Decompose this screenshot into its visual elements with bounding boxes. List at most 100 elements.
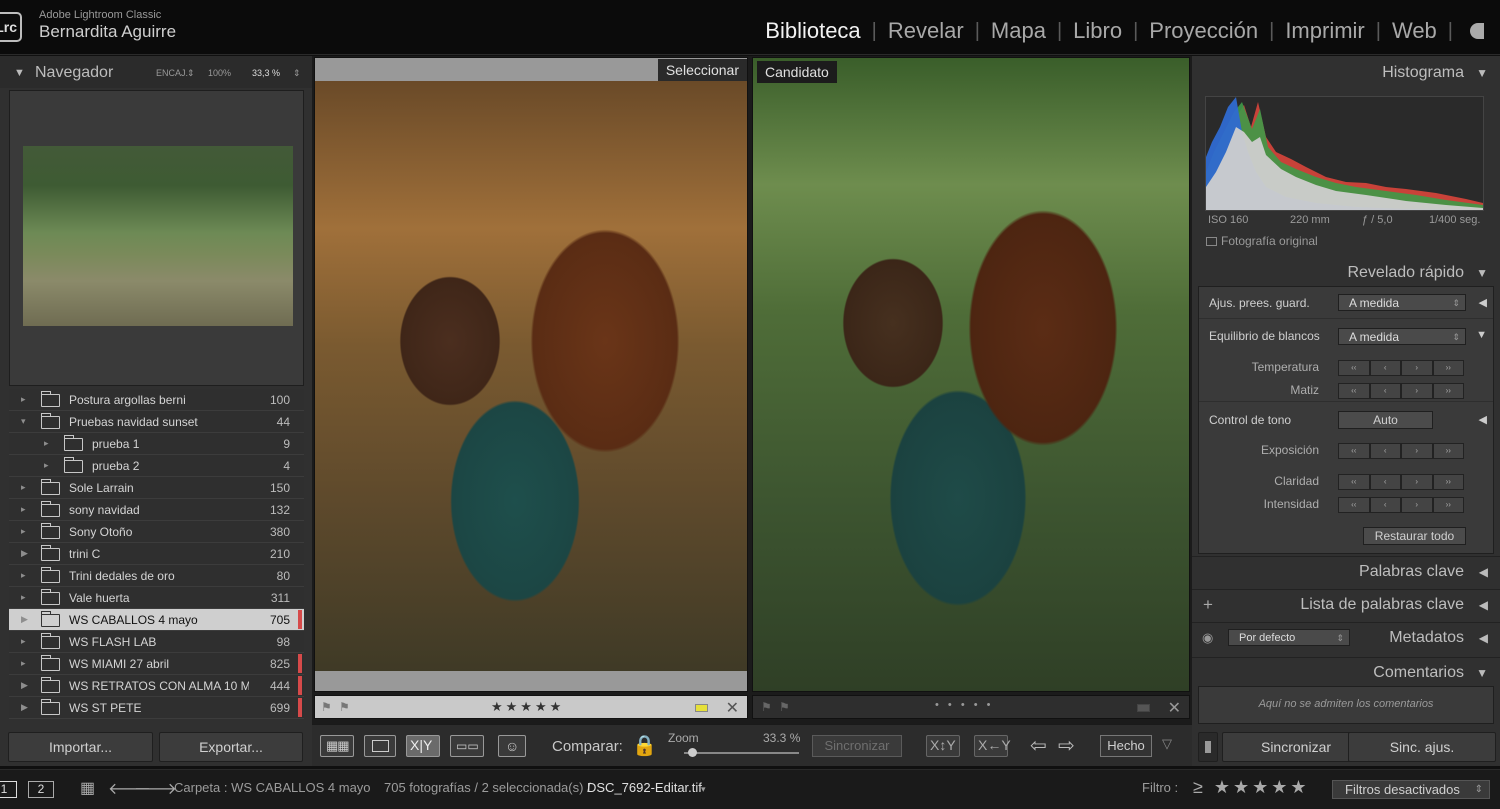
grid-view-button[interactable]: ▦▦: [320, 735, 354, 757]
collapse-triangle-icon[interactable]: ▼: [14, 67, 25, 79]
expand-triangle-icon[interactable]: ◀: [1479, 557, 1488, 587]
tint-stepper[interactable]: ‹‹ ‹ › ››: [1338, 383, 1464, 399]
comments-header[interactable]: Comentarios ▼: [1192, 657, 1500, 687]
zoom-slider-handle[interactable]: [687, 748, 697, 757]
filename[interactable]: DSC_7692-Editar.tif: [587, 780, 702, 795]
close-icon[interactable]: ✕: [726, 698, 739, 718]
folder-row[interactable]: ▾ Pruebas navidad sunset 44: [9, 411, 304, 433]
sync-settings-button[interactable]: Sinc. ajus.: [1348, 732, 1496, 762]
folder-row[interactable]: ▸ prueba 2 4: [9, 455, 304, 477]
user-name[interactable]: Bernardita Aguirre: [39, 22, 176, 42]
zoom-fit-option[interactable]: ENCAJ.: [156, 68, 188, 78]
reject-flag-icon[interactable]: ⚑: [779, 700, 790, 714]
quick-develop-header[interactable]: Revelado rápido ▼: [1192, 258, 1500, 288]
filter-select[interactable]: Filtros desactivados ⇕: [1332, 780, 1490, 799]
checkbox-icon[interactable]: [1206, 237, 1217, 246]
flag-icon[interactable]: ⚑: [321, 700, 332, 714]
module-4[interactable]: Proyección: [1149, 18, 1258, 44]
folder-row[interactable]: ▸ prueba 1 9: [9, 433, 304, 455]
compare-view-button[interactable]: X|Y: [406, 735, 440, 757]
zoom-arrows-icon[interactable]: ⇕: [293, 68, 301, 79]
disclosure-triangle-icon[interactable]: ▶: [21, 702, 28, 713]
module-5[interactable]: Imprimir: [1285, 18, 1364, 44]
loupe-view-button[interactable]: [364, 735, 396, 757]
histogram[interactable]: [1205, 96, 1484, 211]
make-select-button[interactable]: X←Y: [974, 735, 1011, 757]
keywording-header[interactable]: Palabras clave ◀: [1192, 556, 1500, 586]
forward-arrow-icon[interactable]: 🡒: [134, 778, 177, 799]
disclosure-triangle-icon[interactable]: ▾: [21, 416, 26, 427]
collapse-triangle-icon[interactable]: ▼: [1476, 329, 1487, 341]
preset-select[interactable]: A medida ⇕: [1338, 294, 1466, 311]
select-star-rating[interactable]: ★★★★★: [491, 699, 564, 715]
toolbar-options-chevron-icon[interactable]: ▽: [1162, 736, 1172, 752]
expand-triangle-icon[interactable]: ◀: [1479, 623, 1488, 653]
zoom-slider[interactable]: [684, 752, 799, 754]
disclosure-triangle-icon[interactable]: ▸: [21, 482, 26, 493]
select-photo[interactable]: Seleccionar: [314, 57, 748, 692]
folder-row[interactable]: ▸ WS MIAMI 27 abril 825: [9, 653, 304, 675]
disclosure-triangle-icon[interactable]: ▶: [21, 680, 28, 691]
collapse-triangle-icon[interactable]: ▼: [1476, 258, 1488, 288]
export-button[interactable]: Exportar...: [159, 732, 303, 762]
folder-row[interactable]: ▶ WS ST PETE 699: [9, 697, 304, 719]
disclosure-triangle-icon[interactable]: ▸: [21, 592, 26, 603]
folder-row[interactable]: ▸ Postura argollas berni 100: [9, 389, 304, 411]
vibrance-stepper[interactable]: ‹‹ ‹ › ››: [1338, 497, 1464, 513]
color-label-empty[interactable]: [1137, 704, 1150, 712]
disclosure-triangle-icon[interactable]: ▶: [21, 548, 28, 559]
disclosure-triangle-icon[interactable]: ▸: [21, 636, 26, 647]
filename-dropdown-icon[interactable]: ▾: [701, 784, 706, 795]
add-keyword-icon[interactable]: +: [1203, 590, 1213, 620]
module-6[interactable]: Web: [1392, 18, 1437, 44]
cloud-icon[interactable]: [1470, 23, 1484, 39]
histogram-header[interactable]: Histograma ▼: [1192, 58, 1500, 88]
metadata-preset-select[interactable]: Por defecto ⇕: [1228, 629, 1350, 646]
sync-button-disabled[interactable]: Sincronizar: [812, 735, 902, 757]
survey-view-button[interactable]: ▭▭: [450, 735, 484, 757]
reject-flag-icon[interactable]: ⚑: [339, 700, 350, 714]
module-3[interactable]: Libro: [1073, 18, 1122, 44]
secondary-window-button[interactable]: 2: [28, 781, 54, 798]
disclosure-triangle-icon[interactable]: ▸: [21, 394, 26, 405]
zoom-fit-arrows-icon[interactable]: ⇕: [187, 68, 195, 79]
disclosure-triangle-icon[interactable]: ▸: [21, 526, 26, 537]
candidate-star-rating[interactable]: • • • • •: [935, 699, 993, 711]
filter-star-rating[interactable]: ≥ ★★★★★: [1193, 777, 1310, 798]
disclosure-triangle-icon[interactable]: ▸: [44, 460, 49, 471]
module-1[interactable]: Revelar: [888, 18, 964, 44]
flag-icon[interactable]: ⚑: [761, 700, 772, 714]
collapse-triangle-icon[interactable]: ▼: [1476, 658, 1488, 688]
folder-row[interactable]: ▸ WS FLASH LAB 98: [9, 631, 304, 653]
clarity-stepper[interactable]: ‹‹ ‹ › ››: [1338, 474, 1464, 490]
white-balance-select[interactable]: A medida ⇕: [1338, 328, 1466, 345]
folder-row[interactable]: ▸ Vale huerta 311: [9, 587, 304, 609]
next-arrow-icon[interactable]: ⇨: [1058, 733, 1075, 758]
navigator-thumbnail[interactable]: [23, 146, 293, 326]
folder-row[interactable]: ▸ sony navidad 132: [9, 499, 304, 521]
module-0[interactable]: Biblioteca: [765, 18, 860, 44]
navigator-preview[interactable]: [9, 90, 304, 386]
module-2[interactable]: Mapa: [991, 18, 1046, 44]
disclosure-triangle-icon[interactable]: ▶: [21, 614, 28, 625]
folder-row[interactable]: ▸ Sole Larrain 150: [9, 477, 304, 499]
grid-icon[interactable]: ▦: [80, 778, 95, 798]
auto-tone-button[interactable]: Auto: [1338, 411, 1433, 429]
folder-row[interactable]: ▸ Sony Otoño 380: [9, 521, 304, 543]
done-button[interactable]: Hecho: [1100, 735, 1152, 757]
zoom-33-option[interactable]: 33,3 %: [252, 68, 280, 78]
disclosure-triangle-icon[interactable]: ▸: [21, 504, 26, 515]
temperature-stepper[interactable]: ‹‹ ‹ › ››: [1338, 360, 1464, 376]
close-icon[interactable]: ✕: [1168, 698, 1181, 718]
color-label-yellow[interactable]: [695, 704, 708, 712]
disclosure-triangle-icon[interactable]: ▸: [21, 570, 26, 581]
expand-triangle-icon[interactable]: ◀: [1479, 413, 1487, 426]
folder-row[interactable]: ▶ WS RETRATOS CON ALMA 10 M... 444: [9, 675, 304, 697]
disclosure-triangle-icon[interactable]: ▸: [44, 438, 49, 449]
lock-icon[interactable]: 🔒: [632, 733, 657, 758]
auto-sync-switch[interactable]: [1198, 732, 1218, 762]
navigator-header[interactable]: ▼ Navegador ENCAJ. ⇕ 100% 33,3 % ⇕: [0, 56, 312, 88]
folder-row[interactable]: ▸ Trini dedales de oro 80: [9, 565, 304, 587]
folder-row[interactable]: ▶ WS CABALLOS 4 mayo 705: [9, 609, 304, 631]
expand-triangle-icon[interactable]: ◀: [1479, 590, 1488, 620]
